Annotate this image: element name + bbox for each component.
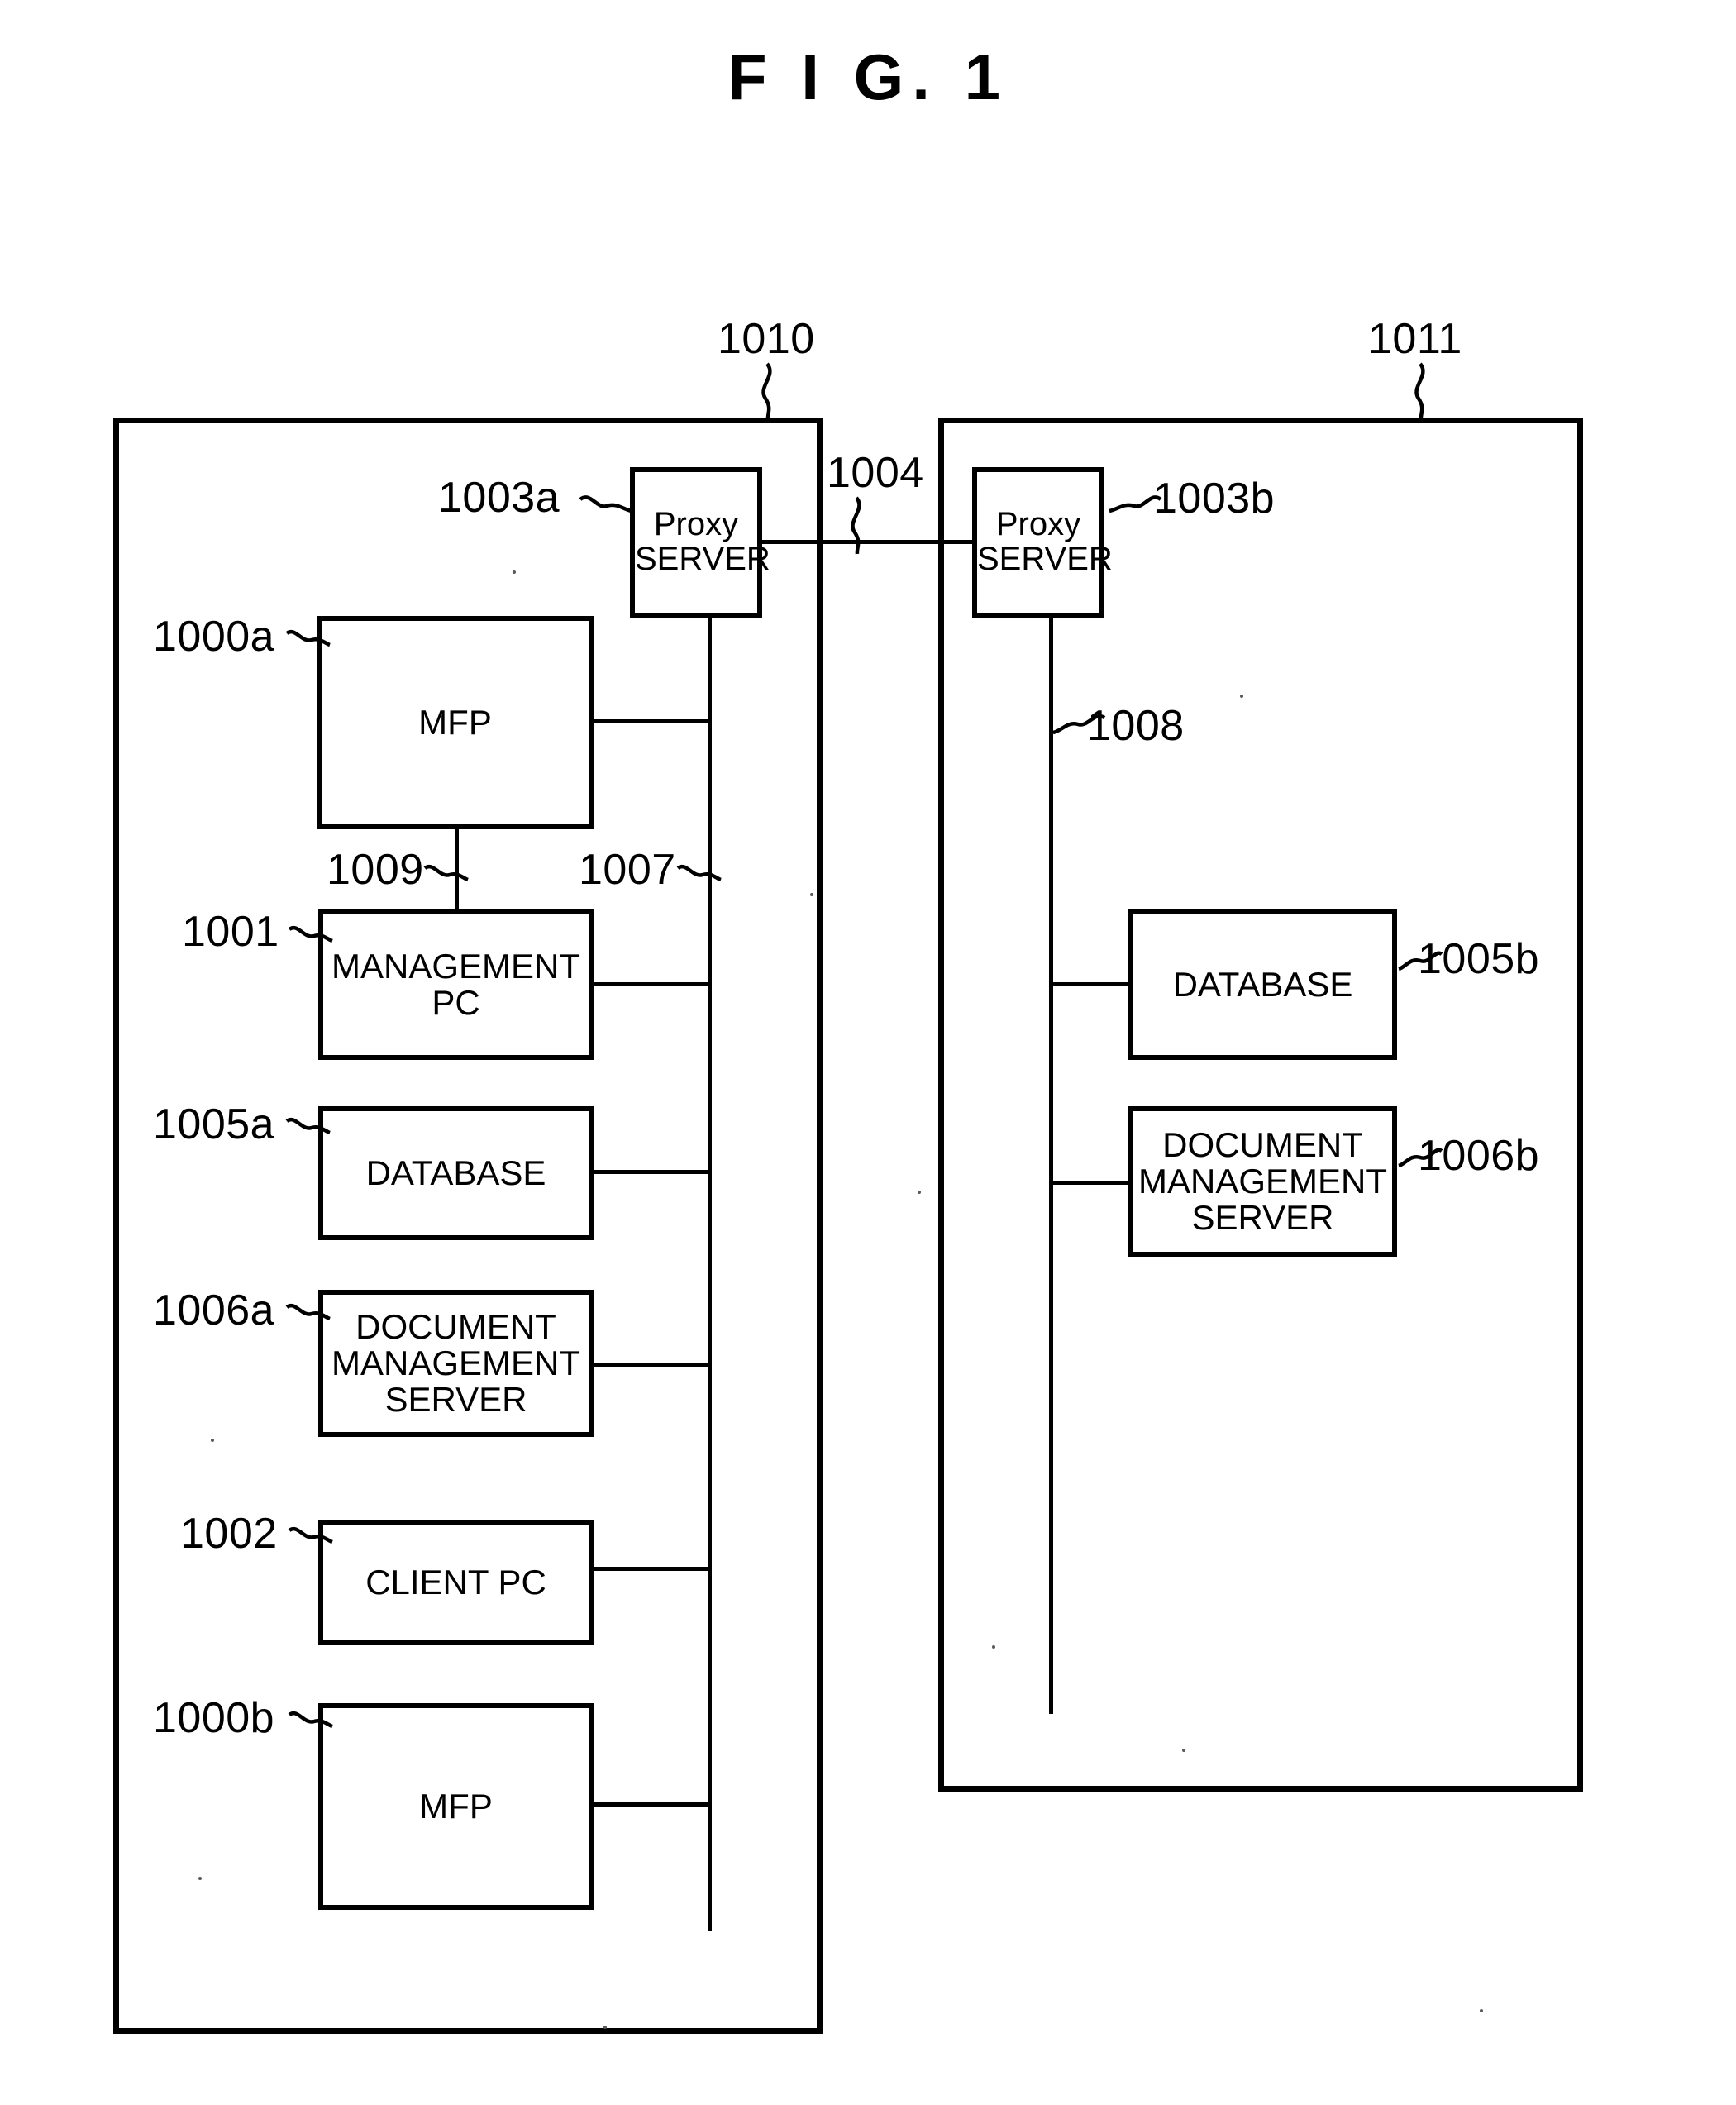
node-client-pc: CLIENT PC (318, 1520, 594, 1645)
bus-line-1007 (708, 618, 712, 1931)
leader-line-1002 (288, 1526, 333, 1544)
node-mfp-a-label: MFP (418, 703, 492, 742)
leader-line-1005a (285, 1117, 331, 1135)
ref-numeral-1004: 1004 (827, 449, 924, 497)
node-mfp-b: MFP (318, 1703, 594, 1910)
ref-numeral-1007: 1007 (579, 846, 676, 894)
node-management-pc-line1: MANAGEMENT (331, 947, 580, 986)
node-proxy-server-a-line2: SERVER (635, 541, 770, 577)
node-database-b: DATABASE (1128, 909, 1397, 1060)
ref-numeral-1000a: 1000a (153, 613, 275, 661)
wire-mfp-b-to-bus (592, 1802, 709, 1807)
wire-mfp-a-to-bus (592, 719, 709, 723)
bus-line-1008 (1049, 618, 1053, 1714)
scan-speckle (513, 570, 516, 574)
ref-numeral-1001: 1001 (182, 908, 279, 956)
node-document-management-server-b: DOCUMENT MANAGEMENT SERVER (1128, 1106, 1397, 1257)
ref-numeral-1009: 1009 (327, 846, 424, 894)
figure-title: F I G. 1 (727, 41, 1009, 113)
node-doc-server-a-line1: DOCUMENT (355, 1307, 556, 1347)
wire-database-a-to-bus (592, 1170, 709, 1174)
node-doc-server-b-line2: MANAGEMENT (1137, 1162, 1387, 1201)
leader-line-1007 (676, 864, 722, 882)
ref-numeral-1003a: 1003a (438, 474, 560, 522)
ref-numeral-1005b: 1005b (1418, 935, 1540, 983)
wire-doc-server-a-to-bus (592, 1363, 709, 1367)
wire-client-pc-to-bus (592, 1567, 709, 1571)
node-mfp-a: MFP (317, 616, 594, 829)
node-doc-server-a-line3: SERVER (384, 1379, 527, 1419)
scan-speckle (810, 893, 813, 896)
node-database-a: DATABASE (318, 1106, 594, 1240)
leader-line-1006a (285, 1303, 331, 1321)
leader-line-1009 (423, 864, 469, 882)
scan-speckle (603, 2026, 607, 2029)
node-doc-server-b-line1: DOCUMENT (1162, 1125, 1363, 1165)
node-database-b-label: DATABASE (1172, 965, 1353, 1005)
leader-line-1000a (285, 629, 331, 647)
scan-speckle (198, 1877, 202, 1880)
leader-line-1010 (761, 362, 772, 421)
node-database-a-label: DATABASE (365, 1153, 546, 1193)
ref-numeral-1003b: 1003b (1153, 475, 1276, 523)
scan-speckle (1182, 1749, 1185, 1752)
node-doc-server-b-line3: SERVER (1191, 1197, 1334, 1237)
wire-doc-server-b-to-bus (1049, 1181, 1130, 1185)
node-doc-server-a-line2: MANAGEMENT (331, 1344, 580, 1383)
ref-numeral-1006b: 1006b (1418, 1132, 1540, 1180)
node-proxy-server-b-line2: SERVER (977, 541, 1113, 577)
node-mfp-b-label: MFP (419, 1787, 493, 1826)
leader-line-1003a (579, 495, 632, 513)
network-container-right (938, 418, 1583, 1792)
leader-line-1004 (851, 496, 861, 555)
scan-speckle (992, 1645, 995, 1649)
ref-numeral-1008: 1008 (1087, 702, 1185, 750)
leader-line-1001 (288, 925, 333, 943)
wire-mgmt-pc-to-bus (592, 982, 709, 986)
ref-numeral-1010: 1010 (718, 315, 815, 363)
ref-numeral-1006a: 1006a (153, 1286, 275, 1334)
scan-speckle (1480, 2009, 1483, 2012)
node-proxy-server-b-line1: Proxy (995, 506, 1081, 543)
ref-numeral-1005a: 1005a (153, 1100, 275, 1148)
scan-speckle (1240, 695, 1243, 698)
node-proxy-server-a: Proxy SERVER (630, 467, 770, 618)
scan-speckle (211, 1439, 214, 1442)
node-client-pc-label: CLIENT PC (365, 1563, 546, 1602)
node-proxy-server-a-line1: Proxy (653, 506, 739, 543)
wire-database-b-to-bus (1049, 982, 1130, 986)
ref-numeral-1002: 1002 (180, 1510, 278, 1558)
ref-numeral-1011: 1011 (1368, 315, 1462, 363)
node-management-pc-line2: PC (432, 983, 480, 1022)
node-document-management-server-a: DOCUMENT MANAGEMENT SERVER (318, 1290, 594, 1437)
ref-numeral-1000b: 1000b (153, 1694, 275, 1742)
node-management-pc: MANAGEMENT PC (318, 909, 594, 1060)
node-proxy-server-b: Proxy SERVER (972, 467, 1113, 618)
leader-line-1011 (1414, 362, 1425, 421)
leader-line-1000b (288, 1711, 333, 1729)
scan-speckle (918, 1191, 921, 1194)
